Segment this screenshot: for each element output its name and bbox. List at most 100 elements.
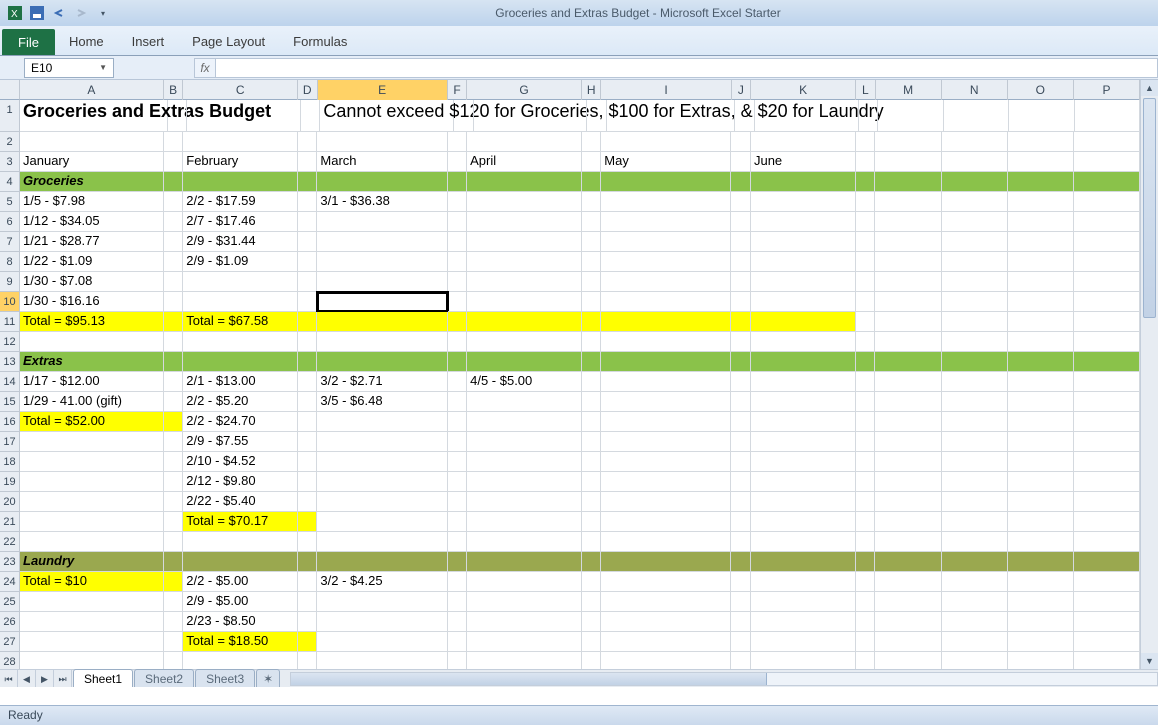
cell[interactable] — [1008, 412, 1074, 432]
cell[interactable] — [601, 552, 731, 572]
tab-home[interactable]: Home — [55, 28, 118, 55]
row-header-15[interactable]: 15 — [0, 392, 20, 412]
cell[interactable] — [731, 372, 751, 392]
row-header-25[interactable]: 25 — [0, 592, 20, 612]
cell[interactable] — [1008, 232, 1074, 252]
cell[interactable] — [601, 192, 731, 212]
cell[interactable] — [317, 292, 447, 312]
cell[interactable]: 1/17 - $12.00 — [20, 372, 164, 392]
cell[interactable] — [317, 592, 447, 612]
cell[interactable] — [856, 252, 876, 272]
cell[interactable]: June — [751, 152, 856, 172]
cell[interactable]: Total = $70.17 — [183, 512, 298, 532]
cell[interactable] — [942, 572, 1008, 592]
cell[interactable] — [298, 572, 318, 592]
cell[interactable] — [164, 272, 184, 292]
cell[interactable] — [467, 432, 582, 452]
cell[interactable] — [1074, 572, 1140, 592]
cell[interactable] — [601, 252, 731, 272]
cell[interactable] — [317, 432, 447, 452]
cell[interactable] — [755, 100, 859, 132]
cell[interactable] — [187, 100, 300, 132]
cell[interactable]: 1/30 - $16.16 — [20, 292, 164, 312]
cell[interactable]: February — [183, 152, 298, 172]
cell[interactable] — [20, 592, 164, 612]
row-header-6[interactable]: 6 — [0, 212, 20, 232]
cell[interactable] — [582, 572, 602, 592]
cell[interactable]: Groceries and Extras Budget — [20, 100, 168, 132]
cell[interactable]: 1/29 - 41.00 (gift) — [20, 392, 164, 412]
row-header-21[interactable]: 21 — [0, 512, 20, 532]
row-header-17[interactable]: 17 — [0, 432, 20, 452]
cell[interactable] — [474, 100, 587, 132]
cell[interactable] — [301, 100, 320, 132]
cell[interactable] — [731, 512, 751, 532]
cell[interactable] — [582, 272, 602, 292]
cell[interactable]: March — [317, 152, 447, 172]
row-header-9[interactable]: 9 — [0, 272, 20, 292]
cell[interactable] — [856, 592, 876, 612]
cell[interactable] — [875, 532, 941, 552]
cell[interactable] — [731, 272, 751, 292]
cell[interactable]: 1/21 - $28.77 — [20, 232, 164, 252]
cell[interactable] — [942, 252, 1008, 272]
cell[interactable] — [448, 512, 468, 532]
cell[interactable] — [751, 232, 856, 252]
cell[interactable]: April — [467, 152, 582, 172]
cell[interactable]: Laundry — [20, 552, 164, 572]
cell[interactable] — [601, 332, 731, 352]
cell[interactable] — [601, 372, 731, 392]
cell[interactable] — [317, 272, 447, 292]
cell[interactable]: 2/2 - $5.20 — [183, 392, 298, 412]
cell[interactable] — [942, 492, 1008, 512]
cell[interactable]: 2/9 - $1.09 — [183, 252, 298, 272]
cell[interactable] — [20, 132, 164, 152]
cell[interactable] — [751, 332, 856, 352]
cell[interactable] — [298, 592, 318, 612]
cell[interactable]: 2/7 - $17.46 — [183, 212, 298, 232]
row-header-3[interactable]: 3 — [0, 152, 20, 172]
cell[interactable] — [1074, 432, 1140, 452]
cell[interactable] — [731, 472, 751, 492]
cell[interactable] — [856, 192, 876, 212]
cell[interactable] — [942, 192, 1008, 212]
cell[interactable] — [875, 212, 941, 232]
cell[interactable] — [942, 452, 1008, 472]
cell[interactable] — [731, 432, 751, 452]
cell[interactable] — [467, 252, 582, 272]
cell[interactable] — [317, 252, 447, 272]
cell[interactable] — [448, 492, 468, 512]
cell[interactable] — [1008, 332, 1074, 352]
cell[interactable] — [298, 192, 318, 212]
cell[interactable] — [875, 372, 941, 392]
fx-icon[interactable]: fx — [194, 58, 216, 78]
cell[interactable] — [448, 452, 468, 472]
cell[interactable] — [1074, 272, 1140, 292]
cell[interactable] — [164, 572, 184, 592]
cell[interactable] — [298, 332, 318, 352]
cell[interactable] — [582, 292, 602, 312]
cell[interactable] — [298, 612, 318, 632]
cell[interactable] — [856, 292, 876, 312]
scroll-down-icon[interactable]: ▼ — [1141, 653, 1158, 669]
cell[interactable] — [582, 152, 602, 172]
cell[interactable]: Cannot exceed $120 for Groceries, $100 f… — [320, 100, 454, 132]
cell[interactable] — [1008, 372, 1074, 392]
cell[interactable] — [467, 592, 582, 612]
cell[interactable] — [317, 172, 447, 192]
cell[interactable] — [298, 412, 318, 432]
cell[interactable] — [1074, 232, 1140, 252]
cell[interactable] — [875, 232, 941, 252]
cell[interactable] — [751, 492, 856, 512]
cell[interactable] — [942, 612, 1008, 632]
cell[interactable] — [582, 492, 602, 512]
cell[interactable] — [298, 172, 318, 192]
cell[interactable] — [1074, 312, 1140, 332]
cell[interactable] — [1074, 512, 1140, 532]
cell[interactable] — [875, 352, 941, 372]
cell[interactable] — [467, 212, 582, 232]
cell[interactable] — [875, 512, 941, 532]
cell[interactable] — [164, 232, 184, 252]
cell[interactable] — [1074, 172, 1140, 192]
cell[interactable] — [20, 512, 164, 532]
